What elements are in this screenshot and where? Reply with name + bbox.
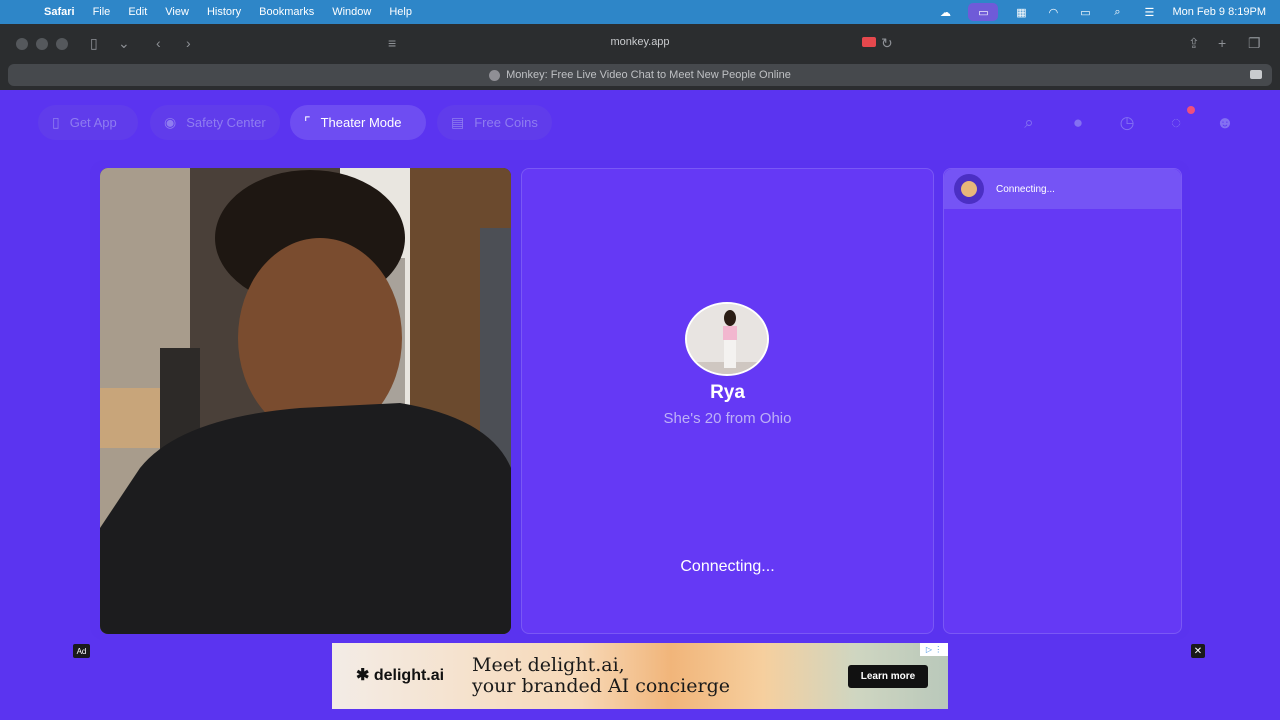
peer-subtitle: She's 20 from Ohio [663, 410, 792, 427]
peer-name: Rya [710, 382, 745, 403]
menu-view[interactable]: View [165, 6, 189, 18]
notification-badge [1187, 106, 1195, 114]
nav-safety-center[interactable]: ◉ Safety Center [150, 105, 280, 140]
ad-headline-line1: Meet delight.ai, [472, 654, 625, 676]
cloud-icon[interactable]: ☁ [936, 6, 954, 19]
address-bar[interactable]: monkey.app [0, 36, 1280, 48]
menu-bookmarks[interactable]: Bookmarks [259, 6, 314, 18]
status-area: ☁ ▭ ▦ ◠ ▭ ⌕ ☰ Mon Feb 9 8:19PM [936, 0, 1266, 24]
monkey-avatar-icon [954, 174, 984, 204]
share-icon[interactable]: ⇪ [1188, 35, 1200, 51]
menu-file[interactable]: File [93, 6, 111, 18]
menu-help[interactable]: Help [389, 6, 412, 18]
menu-history[interactable]: History [207, 6, 241, 18]
ad-brand-name: delight.ai [373, 667, 445, 684]
screen-share-icon[interactable]: ▭ [968, 3, 999, 21]
search-icon[interactable]: ⌕ [1014, 108, 1044, 138]
learn-more-button[interactable]: Learn more [848, 665, 928, 688]
chat-icon[interactable]: ◌ [1161, 108, 1191, 138]
self-video-feed [100, 168, 511, 634]
chat-status-text: Connecting... [996, 183, 1055, 195]
menu-window[interactable]: Window [332, 6, 371, 18]
ad-banner[interactable]: ✱ delight.ai Meet delight.ai, your brand… [332, 643, 948, 709]
new-tab-icon[interactable]: + [1218, 35, 1226, 51]
nav-theater-mode-label: Theater Mode [320, 115, 402, 130]
recording-icon[interactable] [862, 37, 876, 47]
nav-get-app-label: Get App [69, 115, 117, 130]
history-icon[interactable]: ◷ [1112, 108, 1142, 138]
ad-headline-line2: your branded AI concierge [472, 675, 730, 697]
browser-toolbar: ▯ ⌄ ‹ › ≡ monkey.app ↻ ⇪ + ❐ [0, 24, 1280, 62]
spotlight-icon[interactable]: ⌕ [1108, 6, 1126, 18]
expand-icon: ⌜ [304, 114, 311, 130]
peer-avatar [685, 302, 769, 376]
self-video [100, 168, 511, 634]
shield-icon: ◉ [164, 114, 177, 130]
monkey-icon[interactable]: ☻ [1210, 108, 1240, 138]
menu-app-name[interactable]: Safari [44, 6, 75, 18]
ad-headline: Meet delight.ai, your branded AI concier… [472, 655, 730, 697]
connecting-status: Connecting... [680, 558, 775, 575]
menubar-clock[interactable]: Mon Feb 9 8:19PM [1172, 6, 1266, 18]
tab-overview-icon[interactable]: ❐ [1248, 35, 1261, 51]
wifi-icon[interactable]: ◠ [1044, 6, 1062, 19]
nav-safety-center-label: Safety Center [186, 115, 266, 130]
nav-get-app[interactable]: ▯ Get App [38, 105, 138, 140]
ad-label: Ad [73, 644, 90, 658]
chat-status-row: Connecting... [944, 169, 1181, 209]
close-ad-button[interactable]: ✕ [1191, 644, 1205, 658]
battery-icon[interactable]: ▭ [1076, 6, 1094, 19]
tab-monkey[interactable]: Monkey: Free Live Video Chat to Meet New… [8, 64, 1272, 86]
ad-brand: ✱ delight.ai [356, 667, 445, 684]
phone-icon: ▯ [52, 114, 60, 130]
macos-menu-bar: Safari File Edit View History Bookmarks … [0, 0, 1280, 24]
camera-icon[interactable] [1250, 70, 1262, 79]
nav-theater-mode[interactable]: ⌜ Theater Mode [290, 105, 426, 140]
favicon-icon [489, 69, 501, 81]
chat-panel: Connecting... [943, 168, 1182, 634]
grid-icon[interactable]: ▦ [1012, 6, 1030, 19]
ad-choices-icon[interactable]: ▷ ⋮ [920, 643, 948, 656]
nav-free-coins[interactable]: ▤ Free Coins [437, 105, 552, 140]
avatar-icon[interactable]: ● [1063, 108, 1093, 138]
tab-title: Monkey: Free Live Video Chat to Meet New… [506, 69, 791, 81]
coins-icon: ▤ [451, 114, 465, 130]
control-center-icon[interactable]: ☰ [1140, 6, 1158, 19]
menu-edit[interactable]: Edit [128, 6, 147, 18]
tab-bar: Monkey: Free Live Video Chat to Meet New… [0, 62, 1280, 90]
reload-icon[interactable]: ↻ [881, 35, 893, 51]
nav-free-coins-label: Free Coins [474, 115, 538, 130]
